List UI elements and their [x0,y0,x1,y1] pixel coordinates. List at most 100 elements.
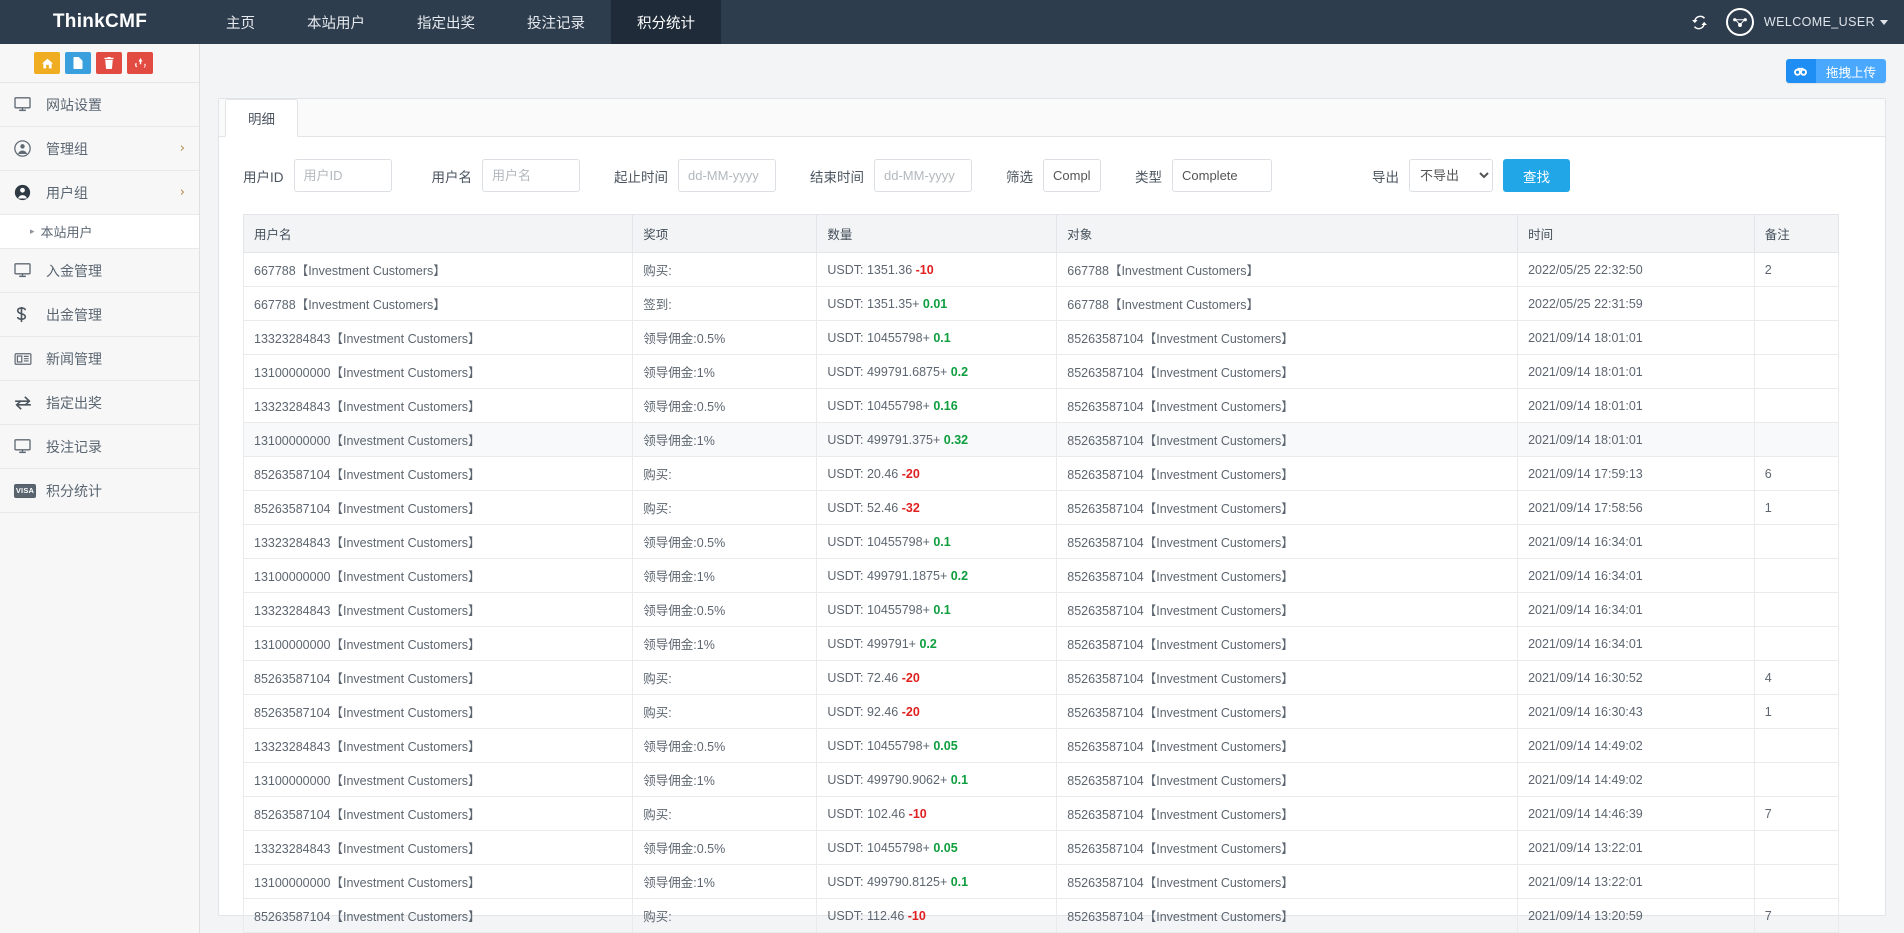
cell-remark [1754,559,1838,593]
type-label: 类型 [1135,166,1162,186]
sidebar-item-5[interactable]: 出金管理 [0,293,199,337]
table-row[interactable]: 13323284843【Investment Customers】领导佣金:0.… [244,389,1839,423]
amount-base: USDT: 92.46 [827,705,901,719]
nav-item-4[interactable]: 积分统计 [611,0,721,44]
username-input[interactable] [482,159,580,192]
table-row[interactable]: 13323284843【Investment Customers】领导佣金:0.… [244,831,1839,865]
cell-username: 13323284843【Investment Customers】 [244,321,633,355]
user-name-label: WELCOME_USER [1764,15,1888,29]
amount-base: USDT: 499790.8125+ [827,875,950,889]
table-row[interactable]: 13323284843【Investment Customers】领导佣金:0.… [244,593,1839,627]
table-row[interactable]: 667788【Investment Customers】签到:USDT: 135… [244,287,1839,321]
table-header-cell-0: 用户名 [244,215,633,253]
table-header-cell-3: 对象 [1057,215,1518,253]
cell-remark [1754,423,1838,457]
exchange-icon [14,396,38,410]
search-button[interactable]: 查找 [1503,159,1570,192]
cell-remark: 1 [1754,695,1838,729]
userid-input[interactable] [294,159,392,192]
end-time-input[interactable] [874,159,972,192]
export-select[interactable]: 不导出 [1409,159,1493,192]
trash-icon[interactable] [96,52,122,74]
table-row[interactable]: 85263587104【Investment Customers】购买:USDT… [244,457,1839,491]
filter-input[interactable] [1043,159,1101,192]
brand-logo[interactable]: ThinkCMF [0,0,200,44]
table-header-cell-2: 数量 [817,215,1057,253]
tab-bar: 明细 [219,99,1885,137]
amount-delta: -10 [916,263,934,277]
table-row[interactable]: 13323284843【Investment Customers】领导佣金:0.… [244,525,1839,559]
table-row[interactable]: 85263587104【Investment Customers】购买:USDT… [244,797,1839,831]
cell-remark: 7 [1754,797,1838,831]
table-row[interactable]: 13323284843【Investment Customers】领导佣金:0.… [244,321,1839,355]
cell-object: 85263587104【Investment Customers】 [1057,729,1518,763]
cell-object: 85263587104【Investment Customers】 [1057,457,1518,491]
nav-item-2[interactable]: 指定出奖 [391,0,501,44]
top-navbar: ThinkCMF 主页本站用户指定出奖投注记录积分统计 WELCOME_USER [0,0,1904,44]
table-row[interactable]: 13100000000【Investment Customers】领导佣金:1%… [244,423,1839,457]
cell-username: 85263587104【Investment Customers】 [244,695,633,729]
amount-base: USDT: 499791+ [827,637,919,651]
amount-base: USDT: 499791.6875+ [827,365,950,379]
cell-username: 13323284843【Investment Customers】 [244,593,633,627]
cell-amount: USDT: 499791+ 0.2 [817,627,1057,661]
cell-time: 2021/09/14 14:49:02 [1518,763,1755,797]
table-row[interactable]: 85263587104【Investment Customers】购买:USDT… [244,695,1839,729]
export-label: 导出 [1372,166,1399,186]
cell-username: 667788【Investment Customers】 [244,253,633,287]
cell-object: 85263587104【Investment Customers】 [1057,899,1518,933]
table-body: 667788【Investment Customers】购买:USDT: 135… [244,253,1839,933]
table-row[interactable]: 13100000000【Investment Customers】领导佣金:1%… [244,865,1839,899]
cell-object: 85263587104【Investment Customers】 [1057,695,1518,729]
nav-item-0[interactable]: 主页 [200,0,281,44]
refresh-icon[interactable] [1691,14,1708,31]
table-row[interactable]: 667788【Investment Customers】购买:USDT: 135… [244,253,1839,287]
sidebar-item-9[interactable]: VISA积分统计 [0,469,199,513]
main-nav: 主页本站用户指定出奖投注记录积分统计 [200,0,721,44]
drag-upload-button[interactable]: 拖拽上传 [1786,59,1886,83]
sidebar-item-2[interactable]: 用户组› [0,171,199,215]
sidebar-item-4[interactable]: 入金管理 [0,249,199,293]
cell-object: 85263587104【Investment Customers】 [1057,593,1518,627]
user-menu[interactable]: WELCOME_USER [1726,8,1888,36]
home-icon[interactable] [34,52,60,74]
monitor-icon [14,263,38,278]
table-row[interactable]: 13323284843【Investment Customers】领导佣金:0.… [244,729,1839,763]
table-row[interactable]: 13100000000【Investment Customers】领导佣金:1%… [244,355,1839,389]
filter-type-group: 类型 [1135,159,1272,192]
monitor-icon [14,439,38,454]
cell-username: 13100000000【Investment Customers】 [244,627,633,661]
table-row[interactable]: 13100000000【Investment Customers】领导佣金:1%… [244,763,1839,797]
table-row[interactable]: 13100000000【Investment Customers】领导佣金:1%… [244,559,1839,593]
cell-time: 2021/09/14 16:34:01 [1518,559,1755,593]
sidebar-menu: 网站设置管理组›用户组›▸本站用户入金管理出金管理新闻管理指定出奖投注记录VIS… [0,83,199,513]
tab-detail[interactable]: 明细 [225,99,298,137]
table-row[interactable]: 85263587104【Investment Customers】购买:USDT… [244,491,1839,525]
table-row[interactable]: 13100000000【Investment Customers】领导佣金:1%… [244,627,1839,661]
recycle-icon[interactable] [127,52,153,74]
cell-time: 2021/09/14 16:34:01 [1518,525,1755,559]
cell-username: 13100000000【Investment Customers】 [244,423,633,457]
cell-remark [1754,627,1838,661]
amount-base: USDT: 1351.36 [827,263,915,277]
table-row[interactable]: 85263587104【Investment Customers】购买:USDT… [244,661,1839,695]
table-row[interactable]: 85263587104【Investment Customers】购买:USDT… [244,899,1839,933]
table-header-cell-5: 备注 [1754,215,1838,253]
file-icon[interactable] [65,52,91,74]
cell-remark [1754,763,1838,797]
sidebar-item-7[interactable]: 指定出奖 [0,381,199,425]
sidebar-subitem-3[interactable]: ▸本站用户 [0,215,199,249]
nav-item-3[interactable]: 投注记录 [501,0,611,44]
nav-item-1[interactable]: 本站用户 [281,0,391,44]
sidebar-item-8[interactable]: 投注记录 [0,425,199,469]
content-area: 拖拽上传 明细 用户ID 用户名 起止时间 结束时间 [200,44,1904,933]
cell-username: 85263587104【Investment Customers】 [244,899,633,933]
cell-award: 领导佣金:1% [633,865,817,899]
sidebar-item-1[interactable]: 管理组› [0,127,199,171]
sidebar-item-0[interactable]: 网站设置 [0,83,199,127]
avatar [1726,8,1754,36]
detail-panel: 明细 用户ID 用户名 起止时间 结束时间 [218,98,1886,916]
sidebar-item-6[interactable]: 新闻管理 [0,337,199,381]
type-input[interactable] [1172,159,1272,192]
start-time-input[interactable] [678,159,776,192]
